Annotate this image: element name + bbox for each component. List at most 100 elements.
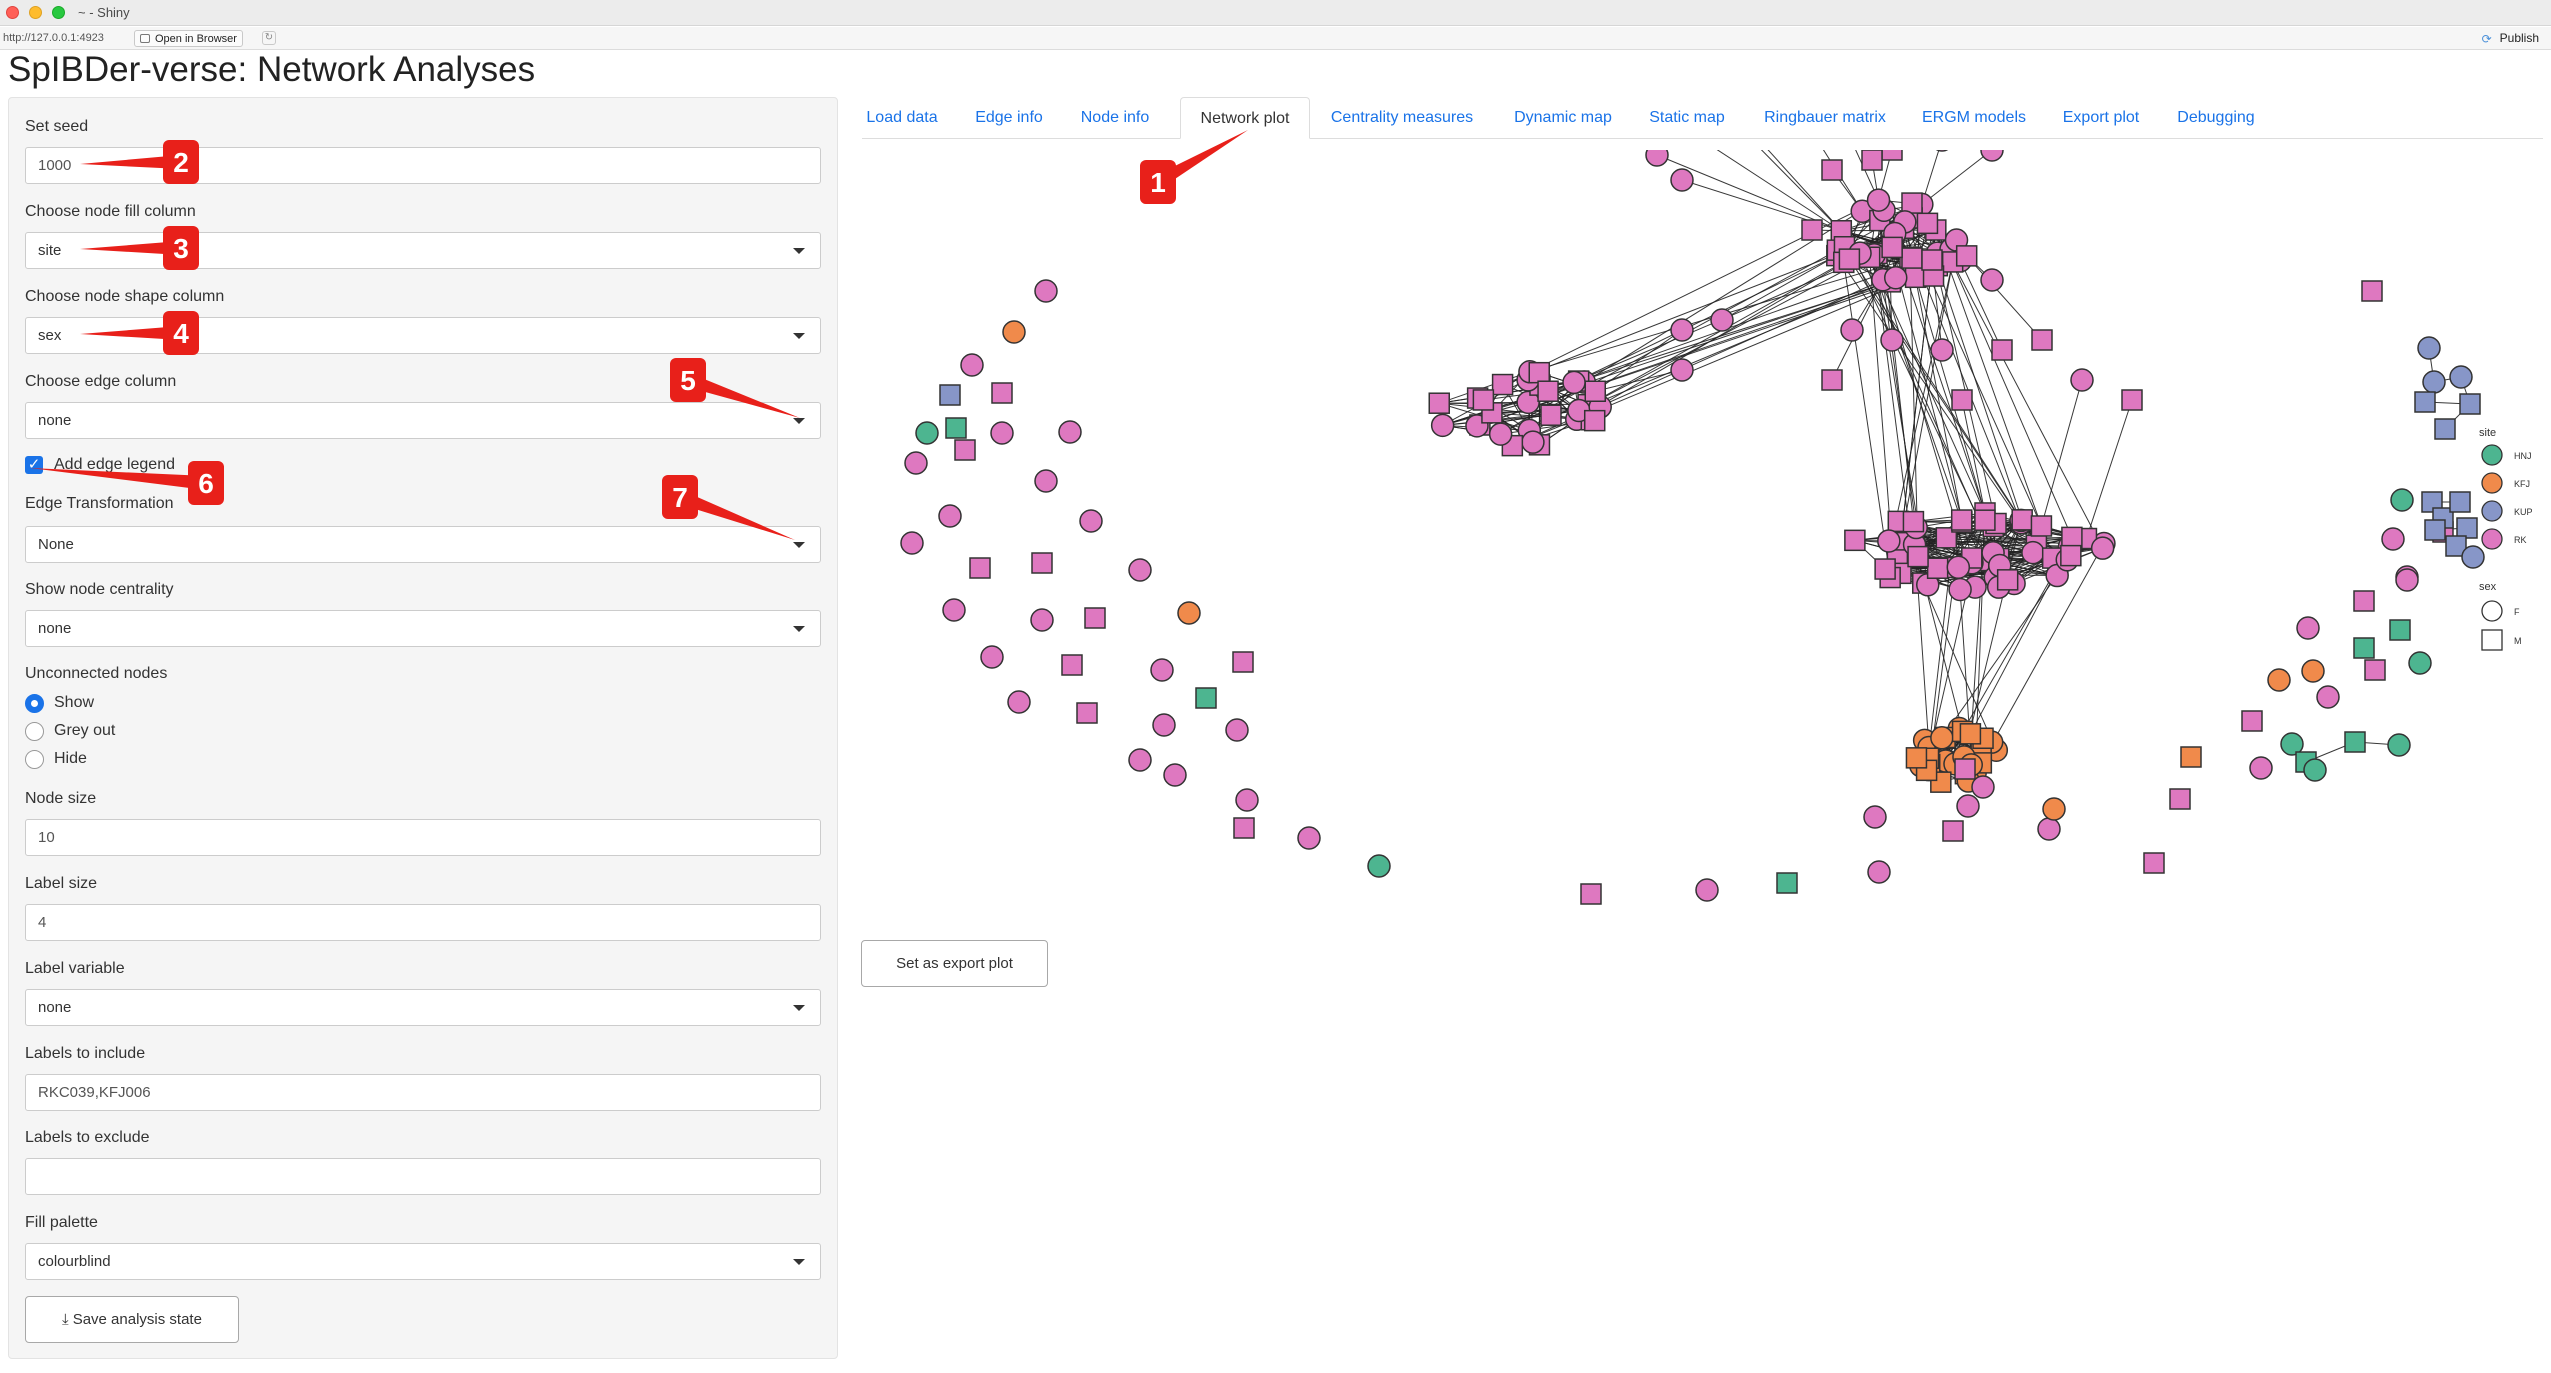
maximize-window-button[interactable] — [52, 6, 65, 19]
tab-label: ERGM models — [1921, 109, 2027, 126]
seed-input[interactable]: 1000 — [25, 147, 821, 184]
network-node — [2031, 329, 2053, 351]
network-edge — [1716, 150, 1842, 232]
labels-include-input[interactable]: RKC039,KFJ006 — [25, 1074, 821, 1111]
network-node — [2456, 517, 2478, 539]
tab-ergm-models[interactable]: ERGM models — [1921, 97, 2027, 139]
tab-centrality-measures[interactable]: Centrality measures — [1326, 97, 1478, 139]
network-node — [1930, 726, 1954, 750]
labels-include-value: RKC039,KFJ006 — [38, 1084, 151, 1101]
network-node — [2344, 731, 2366, 753]
fill-palette-value: colourblind — [38, 1253, 111, 1270]
network-node — [2417, 336, 2441, 360]
network-node — [1177, 601, 1201, 625]
fill-palette-select[interactable]: colourblind — [25, 1243, 821, 1280]
radio-grey-out-label: Grey out — [54, 722, 116, 739]
tab-static-map[interactable]: Static map — [1646, 97, 1728, 139]
tab-label: Node info — [1080, 109, 1150, 126]
network-node — [1935, 150, 1949, 152]
tab-load-data[interactable]: Load data — [864, 97, 940, 139]
tab-ringbauer-matrix[interactable]: Ringbauer matrix — [1759, 97, 1891, 139]
node-shape-value: sex — [38, 327, 62, 344]
minimize-window-button[interactable] — [29, 6, 42, 19]
close-window-button[interactable] — [6, 6, 19, 19]
network-node — [1866, 188, 1891, 212]
edge-legend-checkbox[interactable]: ✓ — [25, 456, 43, 474]
network-node — [1030, 608, 1054, 632]
network-node — [938, 504, 962, 528]
network-node — [2408, 651, 2432, 675]
radio-grey-out[interactable] — [25, 722, 44, 741]
network-node — [1838, 248, 1861, 270]
refresh-icon[interactable]: ↻ — [262, 31, 276, 45]
node-fill-select[interactable]: site — [25, 232, 821, 269]
save-analysis-state-button[interactable]: ⤓ Save analysis state — [25, 1296, 239, 1343]
network-node — [1942, 820, 1964, 842]
network-node — [2267, 668, 2291, 692]
labels-include-label: Labels to include — [25, 1045, 146, 1062]
set-export-plot-button[interactable]: Set as export plot — [861, 940, 1048, 987]
publish-icon: ⟳ — [2481, 32, 2492, 46]
network-edge — [1479, 276, 1916, 426]
network-node — [1980, 150, 2004, 162]
network-node — [2143, 852, 2165, 874]
network-node — [2316, 685, 2340, 709]
edge-transform-select[interactable]: None — [25, 526, 821, 563]
edge-transform-label: Edge Transformation — [25, 495, 174, 512]
network-node — [1880, 328, 1904, 352]
node-size-input[interactable]: 10 — [25, 819, 821, 856]
network-node — [2121, 389, 2143, 411]
label-variable-select[interactable]: none — [25, 989, 821, 1026]
open-in-browser-button[interactable]: Open in Browser — [134, 30, 243, 47]
open-in-browser-label: Open in Browser — [155, 33, 237, 45]
download-icon: ⤓ — [62, 1311, 69, 1328]
tab-dynamic-map[interactable]: Dynamic map — [1510, 97, 1616, 139]
address-bar: http://127.0.0.1:4923 Open in Browser ↻ … — [0, 27, 2551, 50]
network-node — [1645, 150, 1669, 167]
network-node — [2037, 817, 2061, 841]
network-edge — [2040, 379, 2083, 527]
network-node — [2353, 637, 2375, 659]
network-node — [1670, 358, 1694, 382]
unconnected-label: Unconnected nodes — [25, 665, 168, 682]
radio-show[interactable] — [25, 694, 44, 713]
network-node — [1061, 654, 1083, 676]
network-node — [990, 421, 1014, 445]
edge-column-select[interactable]: none — [25, 402, 821, 439]
network-node — [2395, 568, 2419, 592]
browser-icon — [140, 34, 150, 43]
network-node — [1233, 817, 1255, 839]
network-edge — [1961, 399, 1986, 514]
legend-fill-swatch — [2481, 472, 2503, 494]
labels-exclude-label: Labels to exclude — [25, 1129, 150, 1146]
network-node — [1002, 320, 1026, 344]
radio-hide[interactable] — [25, 750, 44, 769]
network-node — [1905, 747, 1928, 769]
labels-exclude-input[interactable] — [25, 1158, 821, 1195]
chevron-down-icon — [793, 333, 805, 339]
tab-label: Edge info — [975, 109, 1043, 126]
label-size-input[interactable]: 4 — [25, 904, 821, 941]
legend-fill-swatch — [2481, 528, 2503, 550]
centrality-select[interactable]: none — [25, 610, 821, 647]
network-node — [1980, 268, 2004, 292]
network-plot: site HNJ KFJ KUP RK sex F M — [900, 150, 2533, 905]
tab-node-info[interactable]: Node info — [1077, 97, 1153, 139]
network-node — [1031, 552, 1053, 574]
network-node — [1956, 794, 1980, 818]
node-size-value: 10 — [38, 829, 55, 846]
network-node — [1695, 878, 1719, 902]
network-node — [2011, 509, 2033, 531]
edge-legend-label: Add edge legend — [54, 456, 175, 473]
tab-export-plot[interactable]: Export plot — [2058, 97, 2144, 139]
tab-edge-info[interactable]: Edge info — [973, 97, 1045, 139]
publish-button[interactable]: ⟳ Publish — [2478, 30, 2543, 47]
network-node — [2042, 797, 2066, 821]
tab-network-plot[interactable]: Network plot — [1180, 97, 1310, 139]
network-node — [2021, 540, 2045, 565]
tab-debugging[interactable]: Debugging — [2175, 97, 2257, 139]
legend-shape-title: sex — [2479, 581, 2497, 593]
network-node — [1951, 389, 1973, 411]
node-shape-select[interactable]: sex — [25, 317, 821, 354]
network-node — [1991, 339, 2013, 361]
